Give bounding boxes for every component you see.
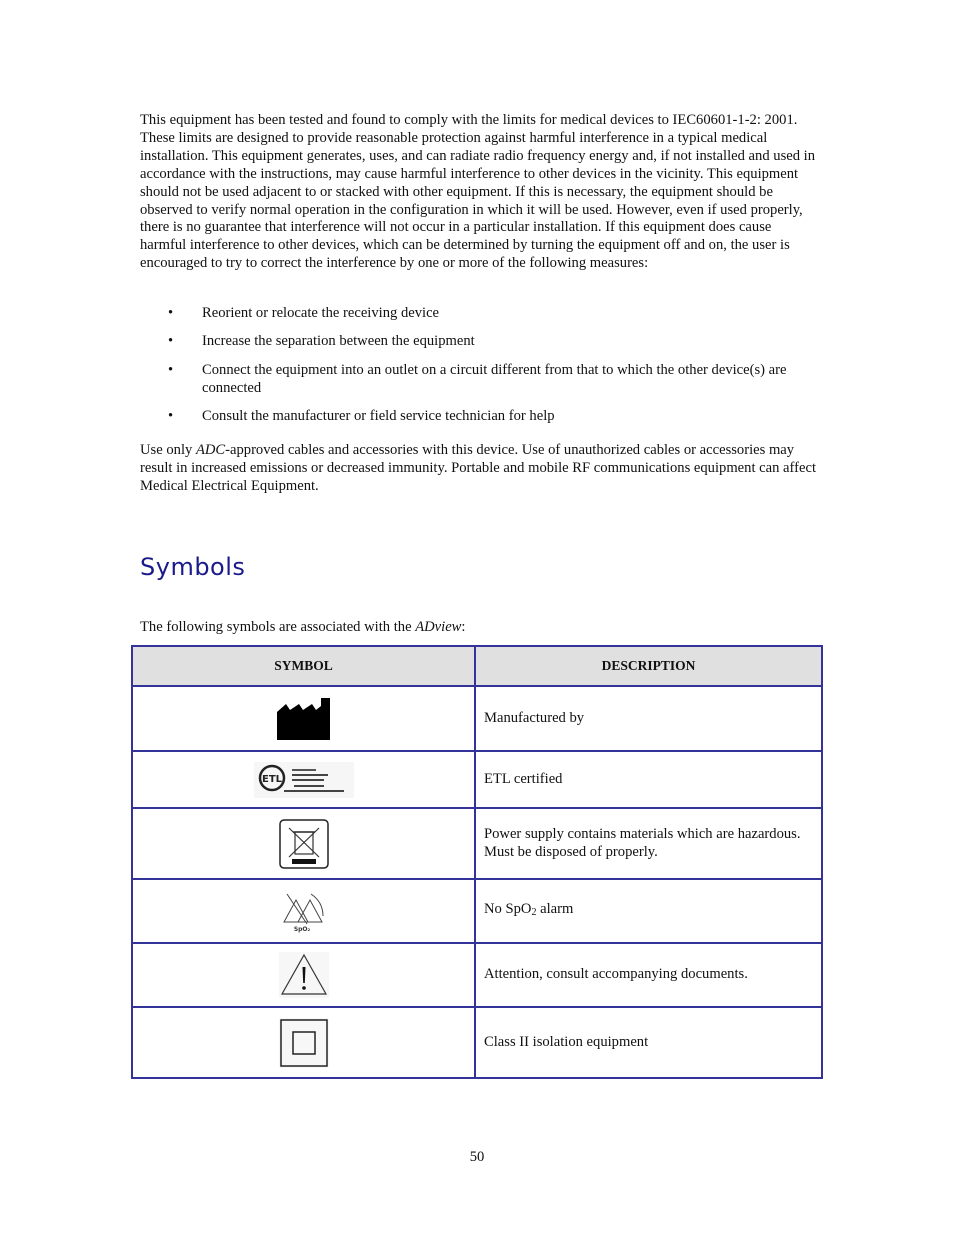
table-row: Power supply contains materials which ar… (131, 807, 823, 880)
list-item-text: Connect the equipment into an outlet on … (202, 361, 787, 396)
description-cell: Class II isolation equipment (474, 1006, 823, 1079)
text: The following symbols are associated wit… (140, 619, 416, 635)
list-item: • Connect the equipment into an outlet on… (140, 362, 820, 398)
product-name: ADview (415, 619, 462, 635)
svg-text:SpO₂: SpO₂ (293, 926, 310, 933)
description-column-header: DESCRIPTION (474, 645, 823, 687)
no-spo2-alarm-icon: SpO₂ (282, 893, 323, 933)
symbol-cell (131, 685, 476, 752)
description-cell: Power supply contains materials which ar… (474, 807, 823, 880)
caution-triangle-icon (278, 952, 329, 998)
symbol-cell (131, 807, 476, 880)
svg-text:ETL: ETL (261, 774, 282, 785)
weee-crossed-bin-icon (278, 818, 329, 869)
accessories-paragraph: Use only ADC-approved cables and accesso… (140, 442, 820, 496)
bullet-icon: • (168, 305, 174, 321)
etl-certified-mark-icon: ETL (253, 761, 354, 798)
table-row: Class II isolation equipment (131, 1006, 823, 1079)
text: alarm (536, 900, 574, 917)
description-cell: ETL certified (474, 750, 823, 809)
symbols-table: SYMBOL DESCRIPTION Manufactured by ETL E… (131, 645, 823, 1079)
symbol-cell (131, 1006, 476, 1079)
manufacturer-icon (276, 697, 330, 740)
text: No SpO (484, 900, 532, 917)
text: -approved cables and accessories with th… (140, 442, 817, 494)
list-item-text: Reorient or relocate the receiving devic… (202, 305, 440, 321)
bullet-icon: • (168, 408, 174, 425)
description-cell: Manufactured by (474, 685, 823, 752)
list-item-text: Consult the manufacturer or field servic… (202, 408, 555, 425)
table-row: SpO₂ No SpO2 alarm (131, 878, 823, 944)
emc-compliance-paragraph: This equipment has been tested and found… (140, 112, 816, 272)
class-ii-double-square-icon (278, 1017, 329, 1068)
symbol-column-header: SYMBOL (131, 645, 476, 687)
text: : (461, 619, 466, 635)
table-row: Manufactured by (131, 685, 823, 752)
section-heading: Symbols (140, 553, 246, 581)
page-number: 50 (469, 1149, 485, 1165)
table-row: Attention, consult accompanying document… (131, 942, 823, 1008)
table-header-row: SYMBOL DESCRIPTION (131, 645, 823, 687)
brand-name: ADC (195, 442, 226, 458)
symbol-cell: SpO₂ (131, 878, 476, 944)
description-cell: No SpO2 alarm (474, 878, 823, 944)
list-item: • Increase the separation between the equ… (140, 333, 820, 351)
list-item-text: Increase the separation between the equi… (202, 333, 475, 350)
document-page: This equipment has been tested and found… (0, 0, 954, 1235)
list-item: • Consult the manufacturer or field servi… (140, 408, 820, 426)
bullet-icon: • (168, 361, 174, 378)
symbol-cell: ETL (131, 750, 476, 809)
symbols-intro: The following symbols are associated wit… (140, 619, 465, 636)
text: Use only (140, 442, 196, 458)
table-row: ETL ETL certified (131, 750, 823, 809)
list-item: • Reorient or relocate the receiving devi… (140, 305, 820, 323)
measures-list: • Reorient or relocate the receiving devi… (140, 305, 820, 437)
bullet-icon: • (168, 333, 174, 350)
description-cell: Attention, consult accompanying document… (474, 942, 823, 1008)
symbol-cell (131, 942, 476, 1008)
